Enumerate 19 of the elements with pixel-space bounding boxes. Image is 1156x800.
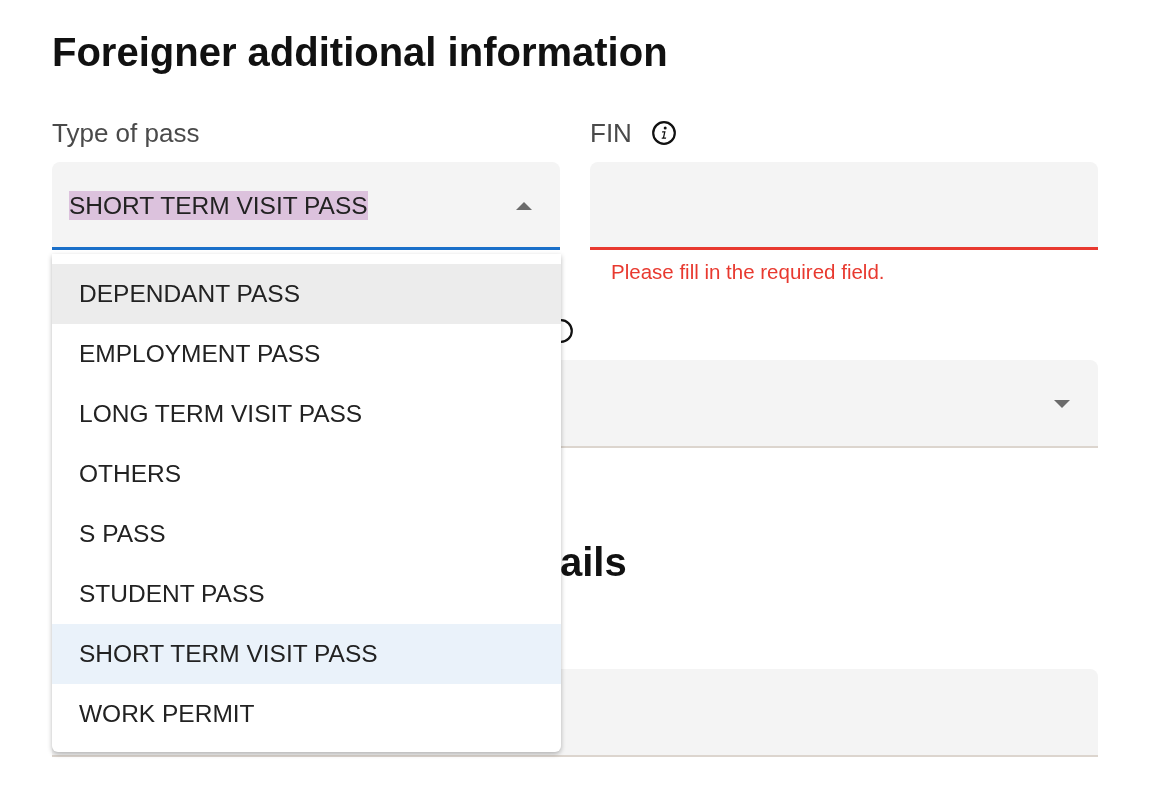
dropdown-option[interactable]: SHORT TERM VISIT PASS bbox=[52, 624, 561, 684]
selected-value: SHORT TERM VISIT PASS bbox=[69, 191, 368, 220]
input-field[interactable] bbox=[590, 162, 1098, 250]
field-label: FIN bbox=[590, 117, 632, 149]
info-icon[interactable] bbox=[561, 319, 573, 343]
error-message: Please fill in the required field. bbox=[610, 260, 885, 284]
select-field[interactable] bbox=[561, 360, 1098, 448]
dropdown-option[interactable]: EMPLOYMENT PASS bbox=[52, 324, 561, 384]
field-label: Type of pass bbox=[52, 117, 200, 149]
dropdown-option[interactable]: OTHERS bbox=[52, 444, 561, 504]
dropdown-option[interactable]: S PASS bbox=[52, 504, 561, 564]
dropdown-option[interactable]: LONG TERM VISIT PASS bbox=[52, 384, 561, 444]
dropdown-option[interactable]: STUDENT PASS bbox=[52, 564, 561, 624]
info-icon[interactable] bbox=[651, 121, 676, 145]
select-field[interactable]: SHORT TERM VISIT PASS bbox=[52, 162, 560, 250]
dropdown-option[interactable]: DEPENDANT PASS bbox=[52, 264, 561, 324]
section-heading: Foreigner additional information bbox=[52, 29, 669, 76]
dropdown-option[interactable]: WORK PERMIT bbox=[52, 684, 561, 744]
section-heading: ails bbox=[560, 539, 628, 586]
